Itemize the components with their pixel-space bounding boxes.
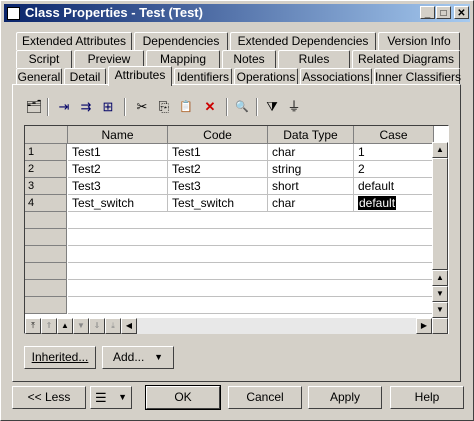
cancel-button[interactable]: Cancel <box>228 386 302 409</box>
add-row-icon[interactable]: ⇉ <box>76 97 96 117</box>
tab-extended-dependencies[interactable]: Extended Dependencies <box>230 32 376 50</box>
options-menu-button[interactable]: ☰ ▼ <box>90 386 132 409</box>
row-number[interactable]: 4 <box>25 195 67 212</box>
cell-case[interactable]: 1 <box>354 144 434 161</box>
cell-name[interactable]: Test1 <box>68 144 168 161</box>
apply-button[interactable]: Apply <box>308 386 382 409</box>
less-button[interactable]: << Less <box>12 386 86 409</box>
dropdown-arrow-icon: ▼ <box>118 392 127 402</box>
help-button[interactable]: Help <box>390 386 464 409</box>
cell-code[interactable]: Test_switch <box>168 195 268 212</box>
cell-case-editing[interactable]: default <box>354 195 434 212</box>
move-page-up-icon[interactable]: ⇑ <box>41 318 57 334</box>
cell-code[interactable]: Test1 <box>168 144 268 161</box>
paste-icon[interactable]: 📋 <box>176 97 196 117</box>
title-bar[interactable]: Class Properties - Test (Test) _ □ ✕ <box>4 4 470 22</box>
delete-icon[interactable]: ✕ <box>200 97 220 117</box>
empty-row-header[interactable] <box>25 212 67 229</box>
horizontal-scrollbar[interactable]: ⤒ ⇑ ▲ ▼ ⇓ ⤓ ◀ ▶ <box>25 318 432 334</box>
row-number[interactable]: 3 <box>25 178 67 195</box>
find-icon[interactable]: 🔍 <box>232 97 252 117</box>
vertical-scrollbar[interactable]: ▲ ▲ ▼ ▼ <box>432 142 448 318</box>
empty-row-header[interactable] <box>25 263 67 280</box>
clear-filter-icon[interactable]: ⏚ <box>284 97 304 117</box>
scroll-left-icon[interactable]: ◀ <box>121 318 137 334</box>
filter-icon[interactable]: ⧩ <box>262 97 282 117</box>
cell-name[interactable]: Test2 <box>68 161 168 178</box>
list-icon: ☰ <box>95 390 107 405</box>
cell-name[interactable]: Test3 <box>68 178 168 195</box>
cell-code[interactable]: Test2 <box>168 161 268 178</box>
row-number[interactable]: 1 <box>25 144 67 161</box>
scroll-right-icon[interactable]: ▶ <box>416 318 432 334</box>
row-number[interactable]: 2 <box>25 161 67 178</box>
scroll-thumb[interactable] <box>432 158 448 270</box>
move-bottom-icon[interactable]: ⤓ <box>105 318 121 334</box>
window-icon <box>7 7 20 20</box>
minimize-button[interactable]: _ <box>420 6 435 19</box>
cell-case[interactable]: default <box>354 178 434 195</box>
move-page-down-icon[interactable]: ⇓ <box>89 318 105 334</box>
cell-case[interactable]: 2 <box>354 161 434 178</box>
inherited-button[interactable]: Inherited... <box>24 346 96 369</box>
add-label: Add... <box>113 350 145 364</box>
column-header-data-type[interactable]: Data Type <box>268 126 354 144</box>
tab-attributes[interactable]: Attributes <box>108 66 172 86</box>
scroll-corner <box>432 318 448 334</box>
column-header-case[interactable]: Case <box>354 126 434 144</box>
empty-rows-area[interactable] <box>68 212 434 320</box>
copy-icon[interactable]: ⎘ <box>154 97 174 117</box>
empty-row-header[interactable] <box>25 246 67 263</box>
tab-dependencies[interactable]: Dependencies <box>134 32 228 50</box>
tab-extended-attributes[interactable]: Extended Attributes <box>16 32 132 50</box>
ok-button[interactable]: OK <box>145 385 221 410</box>
column-header-code[interactable]: Code <box>168 126 268 144</box>
cell-code[interactable]: Test3 <box>168 178 268 195</box>
insert-row-icon[interactable]: ⇥ <box>54 97 74 117</box>
toolbar-separator <box>47 98 49 116</box>
cell-data-type[interactable]: short <box>268 178 354 195</box>
tab-notes[interactable]: Notes <box>222 50 276 68</box>
scroll-up-icon[interactable]: ▲ <box>432 142 448 158</box>
selected-cell-text[interactable]: default <box>358 196 397 210</box>
scroll-down-icon[interactable]: ▼ <box>432 302 448 318</box>
grid-corner <box>25 126 68 144</box>
close-button[interactable]: ✕ <box>454 6 469 19</box>
tab-related-diagrams[interactable]: Related Diagrams <box>352 50 460 68</box>
cut-icon[interactable]: ✂ <box>132 97 152 117</box>
move-up-icon[interactable]: ▲ <box>432 270 448 286</box>
toolbar-separator <box>124 98 126 116</box>
column-header-name[interactable]: Name <box>68 126 168 144</box>
cell-data-type[interactable]: string <box>268 161 354 178</box>
add-columns-icon[interactable]: ⊞ <box>98 97 118 117</box>
empty-row-header[interactable] <box>25 229 67 246</box>
tab-version-info[interactable]: Version Info <box>378 32 460 50</box>
add-button[interactable]: Add... ▼ <box>102 346 174 369</box>
properties-icon[interactable]: 🗂 <box>24 97 44 117</box>
cell-name[interactable]: Test_switch <box>68 195 168 212</box>
tab-script[interactable]: Script <box>16 50 72 68</box>
tab-rules[interactable]: Rules <box>278 50 350 68</box>
toolbar-separator <box>256 98 258 116</box>
toolbar-separator <box>226 98 228 116</box>
attributes-grid[interactable]: Name Code Data Type Case 1 Test1 Test1 c… <box>24 125 449 334</box>
dropdown-arrow-icon: ▼ <box>154 352 163 362</box>
empty-row-header[interactable] <box>25 297 67 314</box>
window-title: Class Properties - Test (Test) <box>25 5 203 20</box>
inherited-label: Inherited... <box>31 350 89 364</box>
move-down-icon[interactable]: ▼ <box>432 286 448 302</box>
cell-data-type[interactable]: char <box>268 144 354 161</box>
move-row-down-icon[interactable]: ▼ <box>73 318 89 334</box>
move-row-up-icon[interactable]: ▲ <box>57 318 73 334</box>
maximize-button[interactable]: □ <box>436 6 451 19</box>
empty-row-header[interactable] <box>25 280 67 297</box>
cell-data-type[interactable]: char <box>268 195 354 212</box>
move-top-icon[interactable]: ⤒ <box>25 318 41 334</box>
